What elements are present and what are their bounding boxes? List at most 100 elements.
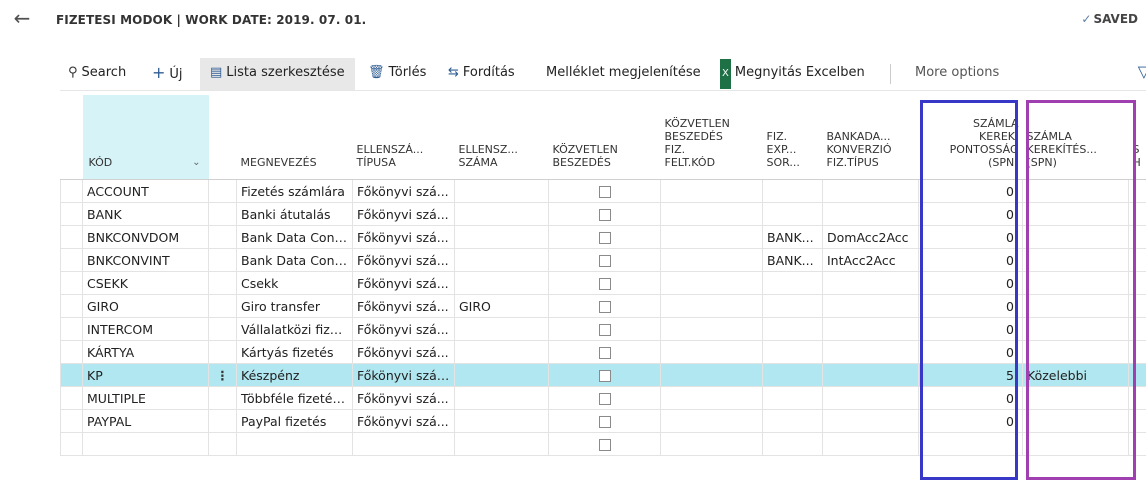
row-selector[interactable] — [60, 340, 83, 364]
konv-cell[interactable] — [822, 432, 919, 456]
translate-button[interactable]: ⇆ Fordítás — [448, 58, 515, 90]
tipus-cell[interactable]: Főkönyvi szá... — [352, 202, 455, 226]
filter-icon[interactable]: ▽ — [1138, 62, 1146, 81]
delete-button[interactable]: 🗑 Törlés — [368, 58, 426, 90]
kod-cell[interactable] — [82, 432, 209, 456]
exp-cell[interactable] — [762, 363, 823, 387]
fiz-felt-kod-cell[interactable] — [660, 179, 763, 203]
fiz-felt-kod-cell[interactable] — [660, 363, 763, 387]
checkbox[interactable] — [598, 370, 611, 382]
col-kozvetlen-beszedes-header[interactable]: KÖZVETLEN BESZEDÉS — [548, 95, 661, 180]
tipus-cell[interactable]: Főkönyvi szá... — [352, 179, 455, 203]
row-selector[interactable] — [60, 363, 83, 387]
fiz-felt-kod-cell[interactable] — [660, 202, 763, 226]
kozvetlen-beszedes-checkbox[interactable] — [548, 317, 661, 341]
konv-cell[interactable] — [822, 340, 919, 364]
fiz-felt-kod-cell[interactable] — [660, 340, 763, 364]
exp-cell[interactable] — [762, 294, 823, 318]
konv-cell[interactable] — [822, 317, 919, 341]
fiz-felt-kod-cell[interactable] — [660, 432, 763, 456]
kod-cell[interactable]: GIRO — [82, 294, 209, 318]
szama-cell[interactable] — [454, 317, 549, 341]
row-actions-icon[interactable] — [208, 340, 237, 364]
kozvetlen-beszedes-checkbox[interactable] — [548, 179, 661, 203]
row-selector[interactable] — [60, 271, 83, 295]
kozvetlen-beszedes-checkbox[interactable] — [548, 432, 661, 456]
checkbox[interactable] — [598, 255, 611, 267]
kod-cell[interactable]: BANK — [82, 202, 209, 226]
szama-cell[interactable] — [454, 432, 549, 456]
row-selector[interactable] — [60, 248, 83, 272]
row-actions-icon[interactable] — [208, 294, 237, 318]
konv-cell[interactable] — [822, 202, 919, 226]
kod-cell[interactable]: ACCOUNT — [82, 179, 209, 203]
tipus-cell[interactable] — [352, 432, 455, 456]
kod-cell[interactable]: BNKCONVINT — [82, 248, 209, 272]
row-selector[interactable] — [60, 225, 83, 249]
row-actions-icon[interactable] — [208, 179, 237, 203]
col-kozvetlen-fiz-felt-header[interactable]: KÖZVETLEN BESZEDÉS FIZ. FELT.KÓD — [660, 95, 763, 180]
kod-cell[interactable]: CSEKK — [82, 271, 209, 295]
col-megnevezes-header[interactable]: MEGNEVEZÉS — [236, 95, 353, 180]
megnevezes-cell[interactable]: Banki átutalás — [236, 202, 353, 226]
megnevezes-cell[interactable]: PayPal fizetés — [236, 409, 353, 433]
megnevezes-cell[interactable]: Többféle fizetés... — [236, 386, 353, 410]
konv-cell[interactable]: IntAcc2Acc — [822, 248, 919, 272]
show-attachments-button[interactable]: Melléklet megjelenítése — [546, 58, 701, 90]
checkbox[interactable] — [598, 301, 611, 313]
row-selector[interactable] — [60, 294, 83, 318]
tipus-cell[interactable]: Főkönyvi szá... — [352, 294, 455, 318]
kod-cell[interactable]: INTERCOM — [82, 317, 209, 341]
tipus-cell[interactable]: Főkönyvi szá... — [352, 271, 455, 295]
checkbox[interactable] — [598, 416, 611, 428]
kozvetlen-beszedes-checkbox[interactable] — [548, 340, 661, 364]
exp-cell[interactable] — [762, 202, 823, 226]
konv-cell[interactable] — [822, 294, 919, 318]
new-button[interactable]: + Új — [152, 58, 183, 90]
row-actions-icon[interactable] — [208, 317, 237, 341]
megnevezes-cell[interactable]: Kártyás fizetés — [236, 340, 353, 364]
fiz-felt-kod-cell[interactable] — [660, 294, 763, 318]
row-actions-icon[interactable] — [208, 248, 237, 272]
megnevezes-cell[interactable]: Készpénz — [236, 363, 353, 387]
szama-cell[interactable] — [454, 386, 549, 410]
kozvetlen-beszedes-checkbox[interactable] — [548, 386, 661, 410]
exp-cell[interactable] — [762, 409, 823, 433]
row-selector[interactable] — [60, 432, 83, 456]
fiz-felt-kod-cell[interactable] — [660, 409, 763, 433]
exp-cell[interactable] — [762, 386, 823, 410]
col-kod-header[interactable]: KÓD ⌄ — [82, 95, 209, 180]
checkbox[interactable] — [598, 347, 611, 359]
col-ellenszamla-tipusa-header[interactable]: ELLENSZÁ... TÍPUSA — [352, 95, 455, 180]
checkbox[interactable] — [598, 186, 611, 198]
search-button[interactable]: ⚲ Search — [68, 58, 126, 90]
col-bankadat-header[interactable]: BANKADA... KONVERZIÓ FIZ.TÍPUS — [822, 95, 919, 180]
edit-list-button[interactable]: ▤ Lista szerkesztése — [200, 58, 355, 90]
row-selector[interactable] — [60, 386, 83, 410]
megnevezes-cell[interactable]: Csekk — [236, 271, 353, 295]
megnevezes-cell[interactable]: Giro transfer — [236, 294, 353, 318]
kod-cell[interactable]: KÁRTYA — [82, 340, 209, 364]
kozvetlen-beszedes-checkbox[interactable] — [548, 225, 661, 249]
row-selector[interactable] — [60, 179, 83, 203]
row-selector[interactable] — [60, 317, 83, 341]
kozvetlen-beszedes-checkbox[interactable] — [548, 294, 661, 318]
tipus-cell[interactable]: Főkönyvi szá... — [352, 248, 455, 272]
tipus-cell[interactable]: Főkönyvi száml — [352, 363, 455, 387]
szama-cell[interactable] — [454, 179, 549, 203]
fiz-felt-kod-cell[interactable] — [660, 386, 763, 410]
row-actions-icon[interactable]: ⋮ — [208, 363, 237, 387]
checkbox[interactable] — [598, 324, 611, 336]
checkbox[interactable] — [598, 439, 611, 451]
fiz-felt-kod-cell[interactable] — [660, 225, 763, 249]
tipus-cell[interactable]: Főkönyvi szá... — [352, 409, 455, 433]
exp-cell[interactable] — [762, 179, 823, 203]
back-arrow-icon[interactable]: ← — [10, 6, 34, 30]
row-actions-icon[interactable] — [208, 409, 237, 433]
kozvetlen-beszedes-checkbox[interactable] — [548, 409, 661, 433]
row-selector[interactable] — [60, 409, 83, 433]
row-actions-icon[interactable] — [208, 202, 237, 226]
kozvetlen-beszedes-checkbox[interactable] — [548, 202, 661, 226]
tipus-cell[interactable]: Főkönyvi szá... — [352, 340, 455, 364]
megnevezes-cell[interactable]: Vállalatközi fize... — [236, 317, 353, 341]
